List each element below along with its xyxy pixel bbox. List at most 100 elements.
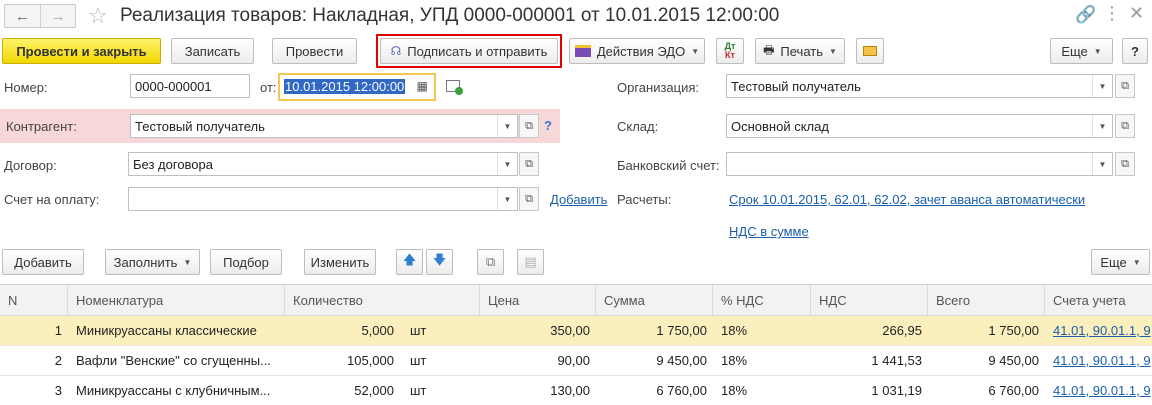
total[interactable]: 6 760,00 (928, 376, 1045, 405)
unit[interactable]: шт (402, 316, 480, 346)
dt-kt-button[interactable]: Дт Кт (716, 38, 744, 64)
open-warehouse-icon[interactable]: ⧉ (1115, 114, 1135, 138)
unit[interactable]: шт (402, 376, 480, 405)
vat-rate[interactable]: 18% (713, 316, 811, 346)
chevron-down-icon[interactable]: ▼ (497, 115, 517, 137)
contract-label: Договор: (4, 158, 57, 173)
vat[interactable]: 1 441,53 (811, 346, 928, 376)
select-label: Подбор (223, 254, 269, 270)
date-value: 10.01.2015 12:00:00 (284, 79, 406, 94)
quantity[interactable]: 5,000 (285, 316, 400, 346)
document-status-icon[interactable] (446, 80, 463, 95)
item-name[interactable]: Миникруассаны с клубничным... (68, 376, 285, 405)
chevron-down-icon[interactable]: ▼ (1092, 115, 1112, 137)
contract-field[interactable]: Без договора ▼ (128, 152, 518, 176)
invoice-field[interactable]: ▼ (128, 187, 518, 211)
warehouse-label: Склад: (617, 119, 659, 134)
sign-and-send-button[interactable]: ☊ Подписать и отправить (380, 38, 558, 64)
change-button[interactable]: Изменить (304, 249, 376, 275)
price[interactable]: 350,00 (480, 316, 596, 346)
link-icon[interactable]: 🔗 (1075, 5, 1096, 25)
contractor-field[interactable]: Тестовый получатель ▼ (130, 114, 518, 138)
vat[interactable]: 266,95 (811, 316, 928, 346)
back-arrow-icon[interactable]: ← (5, 5, 40, 27)
move-up-arrow-icon[interactable]: 🡅 (396, 249, 423, 275)
vat-rate[interactable]: 18% (713, 346, 811, 376)
open-contractor-icon[interactable]: ⧉ (519, 114, 539, 138)
copy-row-icon[interactable]: ⧉ (477, 249, 504, 275)
number-field[interactable]: 0000-000001 (130, 74, 250, 98)
kt-label: Кт (725, 50, 735, 60)
vat-mode-link[interactable]: НДС в сумме (729, 224, 809, 239)
calendar-icon[interactable]: ▦ (417, 79, 428, 93)
number-label: Номер: (4, 80, 48, 95)
column-header-vat[interactable]: НДС (811, 285, 928, 316)
chevron-down-icon[interactable]: ▼ (497, 188, 517, 210)
select-button[interactable]: Подбор (210, 249, 282, 275)
open-bank-account-icon[interactable]: ⧉ (1115, 152, 1135, 176)
contract-value: Без договора (133, 157, 213, 172)
table-row[interactable]: 3 Миникруассаны с клубничным... 52,000 ш… (0, 376, 1152, 405)
move-down-arrow-icon[interactable]: 🡇 (426, 249, 453, 275)
sum[interactable]: 1 750,00 (596, 316, 713, 346)
post-button[interactable]: Провести (272, 38, 357, 64)
table-more-button[interactable]: Еще ▼ (1091, 249, 1150, 275)
sign-and-send-label: Подписать и отправить (407, 43, 548, 59)
sum[interactable]: 6 760,00 (596, 376, 713, 405)
column-header-item[interactable]: Номенклатура (68, 285, 285, 316)
more-options-icon[interactable]: ⋮ (1103, 3, 1121, 24)
open-organization-icon[interactable]: ⧉ (1115, 74, 1135, 98)
forward-arrow-icon[interactable]: → (40, 5, 75, 27)
add-invoice-link[interactable]: Добавить (550, 192, 607, 207)
paste-row-icon[interactable]: ▤ (517, 249, 544, 275)
chevron-down-icon[interactable]: ▼ (1092, 153, 1112, 175)
quantity[interactable]: 52,000 (285, 376, 400, 405)
accounts-link[interactable]: 41.01, 90.01.1, 9 (1045, 346, 1152, 376)
favorite-star-icon[interactable]: ☆ (88, 3, 108, 29)
edo-actions-button[interactable]: Действия ЭДО ▼ (569, 38, 705, 64)
open-contract-icon[interactable]: ⧉ (519, 152, 539, 176)
more-button[interactable]: Еще ▼ (1050, 38, 1113, 64)
settlements-link[interactable]: Срок 10.01.2015, 62.01, 62.02, зачет ава… (729, 192, 1085, 207)
post-and-close-button[interactable]: Провести и закрыть (2, 38, 161, 64)
column-header-n[interactable]: N (0, 285, 68, 316)
column-header-vat-rate[interactable]: % НДС (713, 285, 811, 316)
accounts-link[interactable]: 41.01, 90.01.1, 9 (1045, 376, 1152, 405)
help-button[interactable]: ? (1122, 38, 1148, 64)
vat-rate[interactable]: 18% (713, 376, 811, 405)
unit[interactable]: шт (402, 346, 480, 376)
column-header-accounts[interactable]: Счета учета (1045, 285, 1152, 316)
print-button[interactable]: 🖶 Печать ▼ (755, 38, 845, 64)
help-label: ? (1131, 43, 1139, 59)
vat[interactable]: 1 031,19 (811, 376, 928, 405)
column-header-sum[interactable]: Сумма (596, 285, 713, 316)
open-invoice-icon[interactable]: ⧉ (519, 187, 539, 211)
column-header-price[interactable]: Цена (480, 285, 596, 316)
sum[interactable]: 9 450,00 (596, 346, 713, 376)
item-name[interactable]: Миникруассаны классические (68, 316, 285, 346)
quantity[interactable]: 105,000 (285, 346, 400, 376)
add-row-button[interactable]: Добавить (2, 249, 84, 275)
column-header-quantity[interactable]: Количество (285, 285, 480, 316)
column-header-total[interactable]: Всего (928, 285, 1045, 316)
date-field[interactable]: 10.01.2015 12:00:00 ▦ (278, 73, 436, 101)
table-row[interactable]: 1 Миникруассаны классические 5,000 шт 35… (0, 316, 1152, 346)
price[interactable]: 130,00 (480, 376, 596, 405)
close-icon[interactable]: ✕ (1129, 3, 1144, 24)
fill-button[interactable]: Заполнить ▼ (105, 249, 200, 275)
item-name[interactable]: Вафли "Венские" со сгущенны... (68, 346, 285, 376)
table-row[interactable]: 2 Вафли "Венские" со сгущенны... 105,000… (0, 346, 1152, 376)
email-button[interactable] (856, 38, 884, 64)
post-label: Провести (285, 43, 344, 59)
bank-account-field[interactable]: ▼ (726, 152, 1113, 176)
accounts-link[interactable]: 41.01, 90.01.1, 9 (1045, 316, 1152, 346)
total[interactable]: 1 750,00 (928, 316, 1045, 346)
total[interactable]: 9 450,00 (928, 346, 1045, 376)
chevron-down-icon[interactable]: ▼ (497, 153, 517, 175)
save-button[interactable]: Записать (171, 38, 254, 64)
contractor-help-icon[interactable]: ? (544, 118, 552, 133)
chevron-down-icon[interactable]: ▼ (1092, 75, 1112, 97)
price[interactable]: 90,00 (480, 346, 596, 376)
organization-field[interactable]: Тестовый получатель ▼ (726, 74, 1113, 98)
warehouse-field[interactable]: Основной склад ▼ (726, 114, 1113, 138)
